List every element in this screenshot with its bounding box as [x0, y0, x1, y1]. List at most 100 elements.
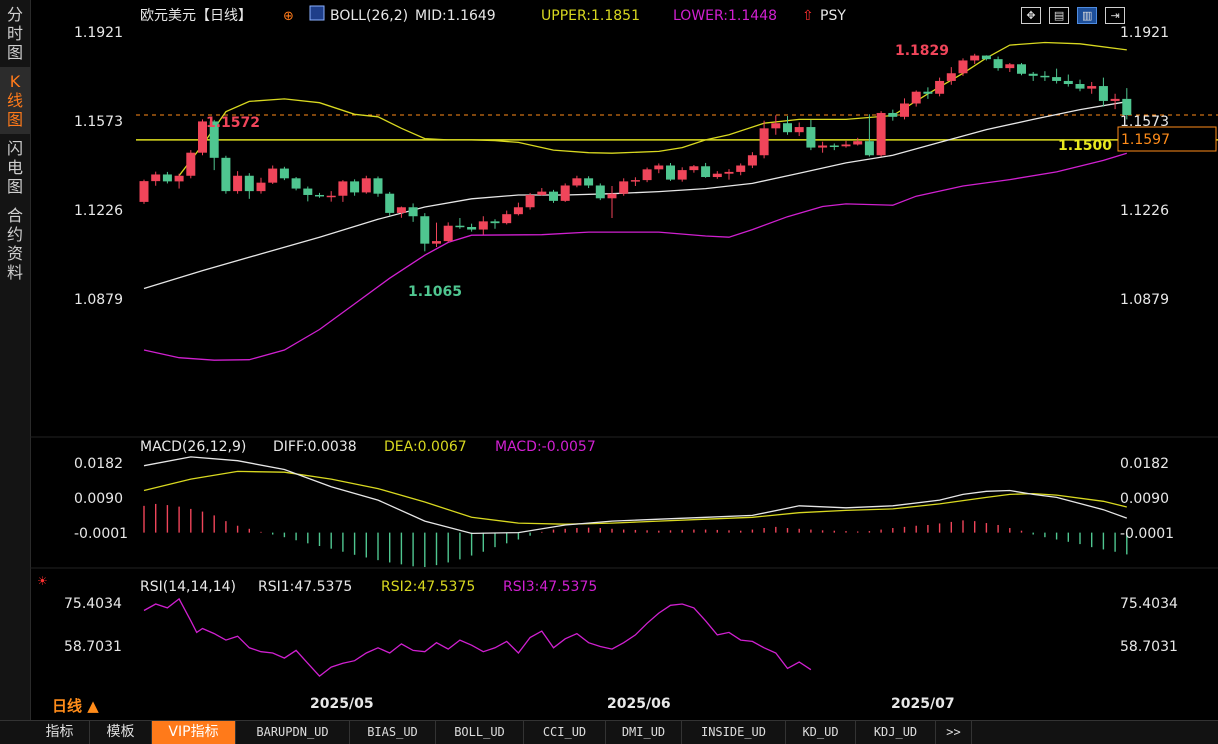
macd-y-tick-left: -0.0001: [74, 526, 128, 542]
psy-label[interactable]: PSY: [820, 8, 846, 24]
candle-body: [1017, 64, 1026, 74]
sidebar-tab-kline[interactable]: K线图: [0, 67, 30, 134]
tab-cci[interactable]: CCI_UD: [524, 721, 606, 744]
candle-body: [1052, 77, 1062, 81]
tab-bias[interactable]: BIAS_UD: [350, 721, 436, 744]
grid-icon[interactable]: ✥: [1021, 7, 1041, 24]
add-icon[interactable]: ⊕: [283, 9, 294, 24]
candle-body: [244, 175, 254, 192]
candle-body: [747, 155, 757, 166]
candle-body: [490, 221, 500, 224]
kline-icon[interactable]: ▥: [1077, 7, 1098, 24]
table-icon[interactable]: ▤: [1049, 7, 1070, 24]
rsi1-value: RSI1:47.5375: [258, 579, 352, 595]
candle-body: [794, 127, 804, 133]
y-tick-left: 1.1226: [74, 203, 123, 219]
candle-body: [981, 55, 991, 60]
rsi3-value: RSI3:47.5375: [503, 579, 597, 595]
sidebar-tab-contract-info[interactable]: 合约资料: [0, 201, 30, 287]
macd-dea-line: [143, 470, 1127, 525]
candle-body: [958, 60, 968, 74]
tab-vip-indicator[interactable]: VIP指标: [152, 721, 236, 744]
candle-body: [818, 145, 828, 148]
boll-indicator-label[interactable]: BOLL(26,2): [330, 8, 408, 24]
candle-body: [806, 127, 816, 148]
candle-body: [1063, 80, 1073, 85]
candle-body: [186, 152, 196, 176]
candle-body: [666, 165, 675, 180]
y-tick-left: 1.1921: [74, 25, 123, 41]
macd-y-tick-left: 0.0182: [74, 456, 123, 472]
period-selector[interactable]: 日线 ▲: [52, 695, 99, 716]
toolbar-icons: ✥ ▤ ▥ ⇥: [1018, 4, 1126, 24]
candle-body: [771, 123, 781, 129]
candle-body: [233, 175, 243, 192]
bottom-indicator-bar: 指标 模板 VIP指标 BARUPDN_UD BIAS_UD BOLL_UD C…: [0, 720, 1218, 744]
tab-kdj[interactable]: KDJ_UD: [856, 721, 936, 744]
candle-body: [549, 191, 558, 201]
rsi-y-tick-right: 75.4034: [1120, 596, 1178, 612]
candle-body: [864, 141, 874, 156]
left-high-label: 1.1572: [206, 115, 260, 131]
candle-body: [385, 193, 395, 213]
tab-more[interactable]: >>: [936, 721, 972, 744]
x-label-june: 2025/06: [607, 696, 671, 712]
rsi-y-tick-left: 75.4034: [64, 596, 122, 612]
candle-body: [829, 145, 839, 148]
tab-dmi[interactable]: DMI_UD: [606, 721, 682, 744]
boll-lower-value: LOWER:1.1448: [673, 8, 777, 24]
boll-mid-line: [143, 101, 1127, 290]
tab-indicator[interactable]: 指标: [30, 721, 90, 744]
candle-body: [396, 207, 406, 213]
left-sidebar: 分时图 K线图 闪电图 合约资料: [0, 0, 31, 720]
settings-icon[interactable]: ☀: [37, 574, 48, 588]
boll-icon[interactable]: [309, 5, 325, 21]
price-tag: 1.1597: [1121, 132, 1170, 148]
candle-body: [432, 241, 441, 244]
tab-kd[interactable]: KD_UD: [786, 721, 856, 744]
exit-icon[interactable]: ⇥: [1105, 7, 1126, 24]
rsi-label[interactable]: RSI(14,14,14): [140, 579, 236, 595]
svg-text:欧元美元【日线】: 欧元美元【日线】: [140, 8, 252, 24]
macd-y-tick-right: 0.0090: [1120, 491, 1169, 507]
candle-body: [221, 157, 231, 192]
boll-mid-value: MID:1.1649: [415, 8, 496, 24]
candle-body: [1087, 86, 1097, 89]
candle-body: [315, 194, 324, 197]
arrow-up-icon: ⇧: [802, 8, 814, 24]
chart-canvas[interactable]: 1.1921 1.19211.1573 1.15731.1226 1.12261.08…: [30, 0, 1218, 718]
y-tick-right: 1.1226: [1120, 203, 1169, 219]
tab-template[interactable]: 模板: [90, 721, 152, 744]
tab-boll[interactable]: BOLL_UD: [436, 721, 524, 744]
candle-body: [724, 171, 734, 174]
candle-body: [993, 59, 1003, 69]
rsi-y-tick-left: 58.7031: [64, 639, 122, 655]
candle-body: [701, 166, 711, 178]
candle-body: [1075, 84, 1085, 89]
candle-body: [876, 112, 886, 156]
candle-body: [1040, 75, 1050, 78]
candle-body: [1098, 86, 1108, 101]
boll-upper-value: UPPER:1.1851: [541, 8, 640, 24]
candle-body: [607, 193, 617, 199]
tab-barupdn[interactable]: BARUPDN_UD: [236, 721, 350, 744]
macd-macd-value: MACD:-0.0057: [495, 439, 596, 455]
tab-inside[interactable]: INSIDE_UD: [682, 721, 786, 744]
candle-body: [338, 181, 348, 196]
low-price-label: 1.1065: [408, 284, 462, 300]
candle-body: [677, 170, 687, 180]
candle-body: [537, 191, 547, 195]
macd-label[interactable]: MACD(26,12,9): [140, 439, 246, 455]
macd-y-tick-right: 0.0182: [1120, 456, 1169, 472]
y-tick-right: 1.1921: [1120, 25, 1169, 41]
sidebar-tab-flash[interactable]: 闪电图: [0, 134, 30, 201]
candle-body: [853, 141, 863, 145]
rsi2-value: RSI2:47.5375: [381, 579, 475, 595]
candle-body: [408, 207, 418, 217]
sidebar-tab-timeshare[interactable]: 分时图: [0, 0, 30, 67]
candle-body: [900, 103, 909, 117]
candle-body: [326, 195, 336, 198]
candle-body: [467, 226, 477, 230]
candle-body: [759, 128, 769, 156]
candle-body: [1028, 73, 1038, 76]
